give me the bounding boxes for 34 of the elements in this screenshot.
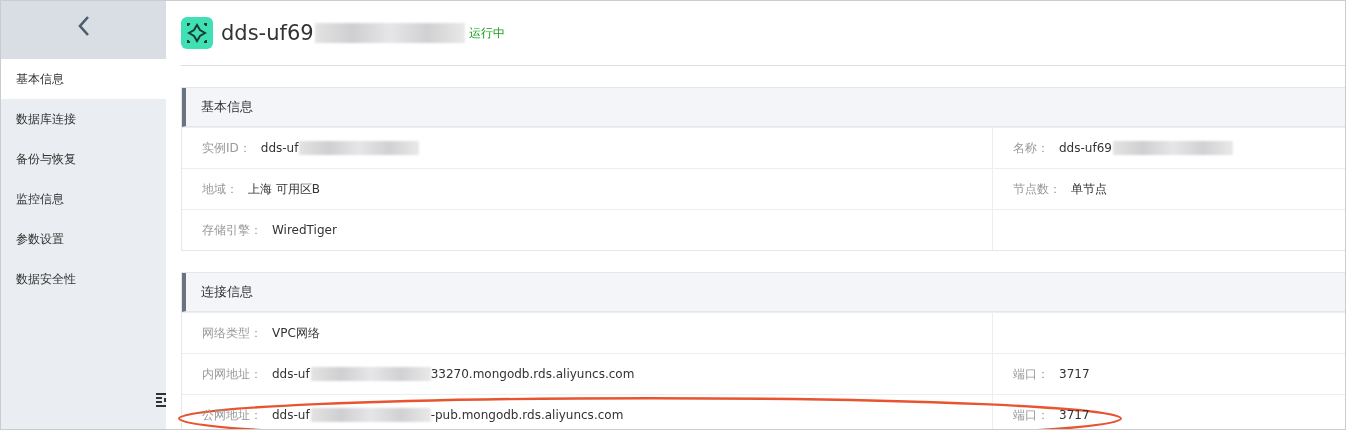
- back-icon[interactable]: [76, 15, 91, 37]
- collapse-icon[interactable]: [156, 393, 166, 407]
- field-value: 单节点: [1071, 180, 1107, 198]
- field-label: 节点数：: [1013, 180, 1061, 198]
- instance-title: dds-uf69: [221, 21, 314, 45]
- field-value: -pub.mongodb.rds.aliyuncs.com: [430, 408, 624, 422]
- field-label: 内网地址：: [202, 365, 262, 383]
- section-header: 连接信息: [182, 273, 1345, 312]
- field-label: 端口：: [1013, 406, 1049, 424]
- field-value: WiredTiger: [272, 223, 337, 237]
- field-value: dds-uf: [272, 408, 310, 422]
- status-text: 运行中: [468, 24, 505, 42]
- sidebar-item[interactable]: 数据安全性: [1, 259, 166, 299]
- field-label: 端口：: [1013, 365, 1049, 383]
- field-value: dds-uf69: [1059, 141, 1112, 155]
- field-value: 3717: [1059, 408, 1090, 422]
- field-label: 名称：: [1013, 139, 1049, 157]
- field-value: dds-uf: [260, 141, 299, 155]
- section-header: 基本信息: [182, 88, 1345, 127]
- field-value: 33270.mongodb.rds.aliyuncs.com: [430, 367, 635, 381]
- field-value: dds-uf: [272, 367, 310, 381]
- sidebar-item[interactable]: 数据库连接: [1, 99, 166, 139]
- database-logo-icon: [181, 17, 213, 49]
- field-label: 实例ID：: [202, 139, 251, 157]
- field-label: 存储引擎：: [202, 221, 262, 239]
- field-label: 地域：: [202, 180, 238, 198]
- field-label: 网络类型：: [202, 324, 262, 342]
- field-value: 3717: [1059, 367, 1090, 381]
- sidebar-item[interactable]: 基本信息: [1, 59, 166, 99]
- field-value: 上海 可用区B: [248, 180, 321, 198]
- sidebar-item[interactable]: 备份与恢复: [1, 139, 166, 179]
- sidebar-item[interactable]: 参数设置: [1, 219, 166, 259]
- sidebar-item[interactable]: 监控信息: [1, 179, 166, 219]
- field-value: VPC网络: [272, 324, 320, 342]
